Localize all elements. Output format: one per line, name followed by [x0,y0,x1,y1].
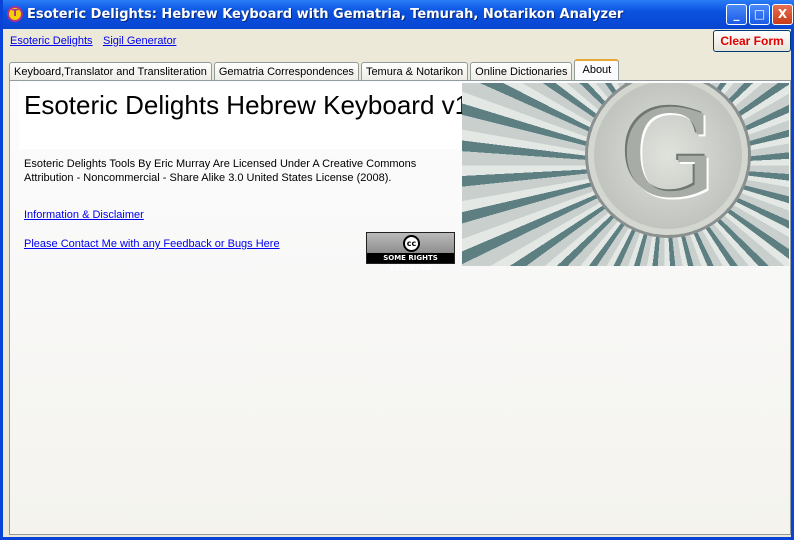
title-bar[interactable]: T Esoteric Delights: Hebrew Keyboard wit… [3,0,794,29]
about-panel: Esoteric Delights Hebrew Keyboard v1.0 E… [9,80,791,535]
tab-dictionaries[interactable]: Online Dictionaries [470,62,573,81]
creative-commons-badge[interactable]: cc SOME RIGHTS RESERVED [366,232,455,272]
g-letter-emblem: G [588,83,748,235]
tab-about[interactable]: About [574,59,620,80]
window-title: Esoteric Delights: Hebrew Keyboard with … [27,7,624,22]
tab-temura[interactable]: Temura & Notarikon [360,62,469,81]
app-window: T Esoteric Delights: Hebrew Keyboard wit… [0,0,794,540]
tab-gematria[interactable]: Gematria Correspondences [213,62,359,81]
contact-feedback-link[interactable]: Please Contact Me with any Feedback or B… [24,238,280,250]
cc-badge-text: SOME RIGHTS RESERVED [367,253,454,272]
minimize-button[interactable]: _ [726,4,747,25]
app-icon: T [7,6,23,22]
maximize-button[interactable]: □ [749,4,770,25]
close-button[interactable]: X [772,4,793,25]
cc-logo-icon: cc [403,235,420,252]
clear-form-button[interactable]: Clear Form [713,30,791,52]
g-medallion-image: G [462,83,789,266]
sigil-generator-link[interactable]: Sigil Generator [103,35,176,47]
information-disclaimer-link[interactable]: Information & Disclaimer [24,209,144,221]
esoteric-delights-link[interactable]: Esoteric Delights [10,35,93,47]
tab-bar: Keyboard,Translator and Transliteration … [9,59,620,81]
tab-keyboard[interactable]: Keyboard,Translator and Transliteration [9,62,212,81]
page-title: Esoteric Delights Hebrew Keyboard v1.0 [24,90,491,120]
license-text: Esoteric Delights Tools By Eric Murray A… [24,158,417,184]
